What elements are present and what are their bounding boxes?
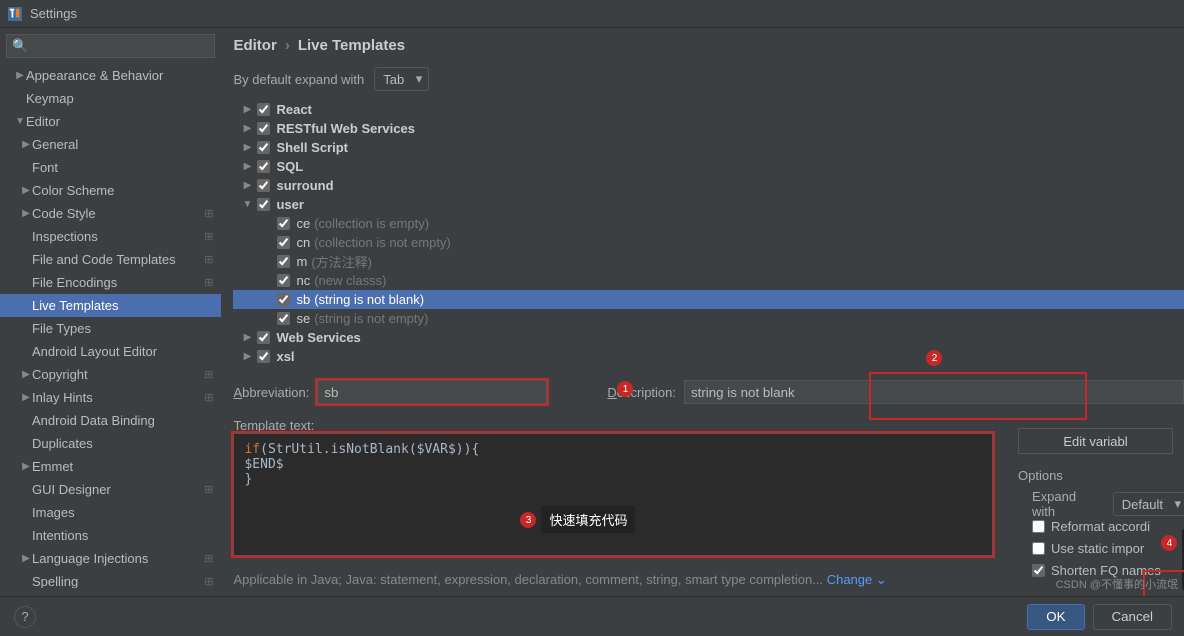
- sidebar-item-appearance-behavior[interactable]: ▶Appearance & Behavior: [0, 64, 221, 87]
- expand-label: By default expand with: [233, 72, 364, 87]
- titlebar: Settings: [0, 0, 1184, 28]
- sidebar-item-gui-designer[interactable]: GUI Designer⊞: [0, 478, 221, 501]
- help-button[interactable]: ?: [14, 606, 36, 628]
- redbox-desc: [871, 374, 1085, 418]
- template-group-react[interactable]: ▶React: [233, 100, 1184, 119]
- template-ce[interactable]: ce (collection is empty): [233, 214, 1184, 233]
- template-cn[interactable]: cn (collection is not empty): [233, 233, 1184, 252]
- static-import-label: Use static impor: [1051, 541, 1144, 556]
- template-group-user[interactable]: ▼user: [233, 195, 1184, 214]
- sidebar-item-spelling[interactable]: Spelling⊞: [0, 570, 221, 588]
- sidebar-item-images[interactable]: Images: [0, 501, 221, 524]
- sidebar-item-code-style[interactable]: ▶Code Style⊞: [0, 202, 221, 225]
- template-se[interactable]: se (string is not empty): [233, 309, 1184, 328]
- sidebar-item-keymap[interactable]: Keymap: [0, 87, 221, 110]
- ok-button[interactable]: OK: [1027, 604, 1084, 630]
- template-m[interactable]: m (方法注释): [233, 252, 1184, 271]
- sidebar-item-color-scheme[interactable]: ▶Color Scheme: [0, 179, 221, 202]
- template-group-web-services[interactable]: ▶Web Services: [233, 328, 1184, 347]
- expand-with-label: Expand with: [1032, 489, 1095, 519]
- expand-select[interactable]: Tab: [374, 67, 429, 91]
- sidebar-item-editor[interactable]: ▼Editor: [0, 110, 221, 133]
- settings-search-input[interactable]: [6, 34, 215, 58]
- breadcrumb: Editor›Live Templates: [233, 28, 1184, 62]
- sidebar-item-live-templates[interactable]: Live Templates: [0, 294, 221, 317]
- footer: ? OK Cancel: [0, 596, 1184, 636]
- sidebar-item-inlay-hints[interactable]: ▶Inlay Hints⊞: [0, 386, 221, 409]
- template-group-surround[interactable]: ▶surround: [233, 176, 1184, 195]
- intellij-icon: [8, 7, 22, 21]
- watermark: CSDN @不懂事的小流氓: [1056, 576, 1178, 592]
- sidebar-item-file-types[interactable]: File Types: [0, 317, 221, 340]
- template-text-editor[interactable]: if(StrUtil.isNotBlank($VAR$)){ $END$ }: [233, 433, 993, 556]
- options-title: Options: [1018, 468, 1184, 483]
- abbreviation-input[interactable]: [317, 380, 547, 404]
- settings-sidebar: 🔍 ▶Appearance & BehaviorKeymap▼Editor▶Ge…: [0, 28, 221, 588]
- sidebar-item-android-layout-editor[interactable]: Android Layout Editor: [0, 340, 221, 363]
- template-sb[interactable]: sb (string is not blank): [233, 290, 1184, 309]
- settings-tree[interactable]: ▶Appearance & BehaviorKeymap▼Editor▶Gene…: [0, 64, 221, 588]
- search-icon: 🔍: [12, 38, 28, 54]
- sidebar-item-general[interactable]: ▶General: [0, 133, 221, 156]
- sidebar-item-android-data-binding[interactable]: Android Data Binding: [0, 409, 221, 432]
- window-title: Settings: [30, 6, 77, 21]
- sidebar-item-intentions[interactable]: Intentions: [0, 524, 221, 547]
- sidebar-item-emmet[interactable]: ▶Emmet: [0, 455, 221, 478]
- sidebar-item-font[interactable]: Font: [0, 156, 221, 179]
- template-tree[interactable]: ▶React▶RESTful Web Services▶Shell Script…: [233, 100, 1184, 366]
- template-group-shell-script[interactable]: ▶Shell Script: [233, 138, 1184, 157]
- cancel-button[interactable]: Cancel: [1093, 604, 1173, 630]
- sidebar-item-file-and-code-templates[interactable]: File and Code Templates⊞: [0, 248, 221, 271]
- shorten-fq-checkbox[interactable]: [1032, 564, 1045, 577]
- static-import-checkbox[interactable]: [1032, 542, 1045, 555]
- applicable-text: Applicable in Java; Java: statement, exp…: [233, 572, 823, 587]
- template-group-xsl[interactable]: ▶xsl: [233, 347, 1184, 366]
- callout-3-text: 快速填充代码: [541, 506, 635, 533]
- sidebar-item-language-injections[interactable]: ▶Language Injections⊞: [0, 547, 221, 570]
- template-group-restful-web-services[interactable]: ▶RESTful Web Services: [233, 119, 1184, 138]
- reformat-label: Reformat accordi: [1051, 519, 1150, 534]
- template-group-sql[interactable]: ▶SQL: [233, 157, 1184, 176]
- expand-with-select[interactable]: Default: [1113, 492, 1184, 516]
- sidebar-item-file-encodings[interactable]: File Encodings⊞: [0, 271, 221, 294]
- sidebar-item-copyright[interactable]: ▶Copyright⊞: [0, 363, 221, 386]
- edit-variables-button[interactable]: Edit variabl: [1018, 428, 1173, 454]
- abbreviation-label: Abbreviation:: [233, 385, 309, 400]
- template-nc[interactable]: nc (new classs): [233, 271, 1184, 290]
- change-link[interactable]: Change ⌄: [827, 572, 887, 587]
- content-area: Editor›Live Templates By default expand …: [221, 28, 1184, 588]
- sidebar-item-duplicates[interactable]: Duplicates: [0, 432, 221, 455]
- sidebar-item-inspections[interactable]: Inspections⊞: [0, 225, 221, 248]
- reformat-checkbox[interactable]: [1032, 520, 1045, 533]
